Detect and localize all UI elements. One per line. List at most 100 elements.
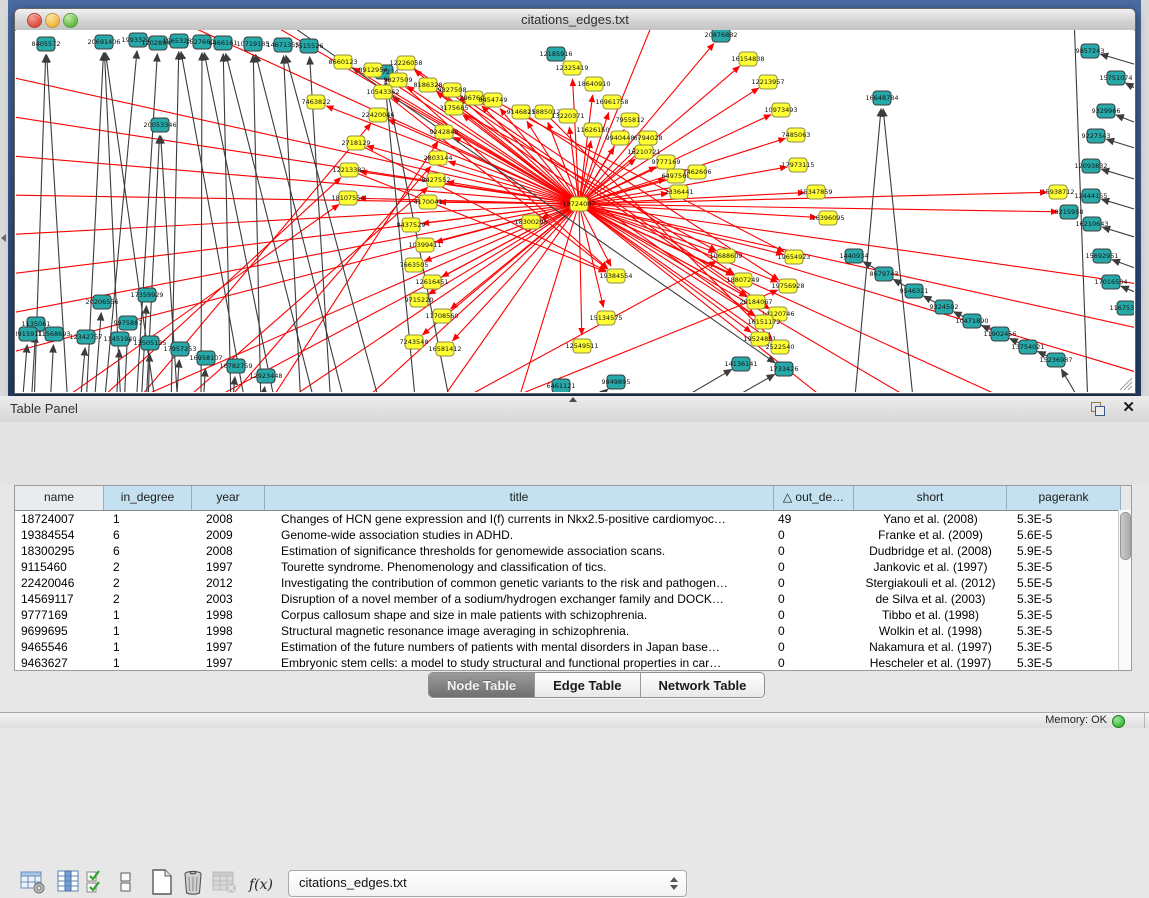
graph-node[interactable]: 10399411 <box>408 238 441 252</box>
graph-node[interactable]: 19384554 <box>599 269 632 283</box>
graph-node[interactable]: 16961758 <box>595 95 628 109</box>
graph-node[interactable]: 12342757 <box>69 330 102 344</box>
graph-node[interactable]: 8215958 <box>1055 205 1084 219</box>
column-header-title[interactable]: title <box>265 486 774 510</box>
graph-node[interactable]: 12923448 <box>249 369 282 383</box>
graph-node[interactable]: 18107554 <box>331 191 364 205</box>
graph-node[interactable]: 8437529 <box>397 218 426 232</box>
table-row[interactable]: 2242004622012Investigating the contribut… <box>15 575 1131 591</box>
table-row[interactable]: 911546021997Tourette syndrome. Phenomeno… <box>15 559 1131 575</box>
table-row[interactable]: 1456911722003Disruption of a novel membe… <box>15 591 1131 607</box>
graph-node[interactable]: 15236987 <box>1039 353 1072 367</box>
select-rows-button[interactable] <box>86 869 112 895</box>
table-vertical-scrollbar[interactable] <box>1118 510 1131 670</box>
graph-node[interactable]: 11568693 <box>37 327 70 341</box>
delete-rows-button[interactable] <box>181 869 207 895</box>
graph-node[interactable]: 10719185 <box>236 37 269 51</box>
graph-node[interactable]: 12185916 <box>539 47 572 61</box>
graph-node[interactable]: 7663505 <box>400 258 429 272</box>
table-row[interactable]: 977716911998Corpus callosum shape and si… <box>15 607 1131 623</box>
graph-node[interactable]: 20691406 <box>87 35 120 49</box>
graph-node[interactable]: 16210643 <box>1075 217 1108 231</box>
table-row[interactable]: 1872400712008Changes of HCN gene express… <box>15 511 1131 527</box>
graph-node[interactable]: 1440934 <box>840 249 869 263</box>
network-window-titlebar[interactable]: citations_edges.txt <box>15 9 1135 31</box>
graph-node[interactable]: 7243548 <box>400 335 429 349</box>
collapse-panel-icon[interactable] <box>1 234 6 242</box>
column-header-pagerank[interactable]: pagerank <box>1007 486 1121 510</box>
graph-node[interactable]: 7485063 <box>782 128 811 142</box>
graph-node[interactable]: 16782759 <box>219 359 252 373</box>
graph-node[interactable]: 8679743 <box>870 267 899 281</box>
graph-node[interactable]: 16396095 <box>811 211 844 225</box>
graph-node[interactable]: 10543362 <box>366 85 399 99</box>
graph-node[interactable]: 15751074 <box>1099 71 1132 85</box>
function-builder-button[interactable]: f(x) <box>248 872 274 898</box>
graph-node[interactable]: 7463822 <box>302 95 331 109</box>
table-settings-button[interactable] <box>20 869 46 895</box>
graph-node[interactable]: 6794028 <box>634 131 663 145</box>
graph-node[interactable]: 9857243 <box>1076 44 1105 58</box>
new-table-button[interactable] <box>150 869 176 895</box>
column-header-in_degree[interactable]: in_degree <box>104 486 192 510</box>
graph-node[interactable]: 13220371 <box>551 109 584 123</box>
graph-node[interactable]: 7955812 <box>616 113 645 127</box>
column-header-out_de[interactable]: △ out_de… <box>774 486 854 510</box>
graph-node[interactable]: 15692951 <box>1085 249 1118 263</box>
graph-node[interactable]: 9849895 <box>602 375 631 389</box>
scrollbar-thumb[interactable] <box>1120 512 1131 560</box>
graph-node[interactable]: 17973115 <box>781 158 814 172</box>
network-canvas[interactable]: 1872400784055722069140619933211120289451… <box>16 30 1134 392</box>
graph-node[interactable]: 7515526 <box>295 39 324 53</box>
graph-node[interactable]: 16581412 <box>428 342 461 356</box>
graph-node[interactable]: 1733426 <box>770 362 799 376</box>
table-row[interactable]: 1830029562008Estimation of significance … <box>15 543 1131 559</box>
network-window[interactable]: citations_edges.txt 18724007840557220691… <box>14 8 1136 394</box>
float-panel-icon[interactable] <box>1091 402 1105 416</box>
graph-node[interactable]: 12325419 <box>555 61 588 75</box>
tab-network-table[interactable]: Network Table <box>641 673 765 697</box>
graph-node[interactable]: 19654923 <box>777 250 810 264</box>
table-row[interactable]: 969969511998Structural magnetic resonanc… <box>15 623 1131 639</box>
graph-node[interactable]: 16210721 <box>627 145 660 159</box>
show-columns-button[interactable] <box>57 869 83 895</box>
delete-table-button[interactable] <box>212 869 238 895</box>
graph-node[interactable]: 11708560 <box>425 309 458 323</box>
graph-node[interactable]: 16648784 <box>865 91 898 105</box>
graph-node[interactable]: 9975887 <box>114 316 143 330</box>
table-select-combo[interactable]: citations_edges.txt <box>288 870 687 897</box>
graph-node[interactable]: 20053346 <box>143 118 176 132</box>
graph-node[interactable]: 6461121 <box>547 379 576 392</box>
graph-node[interactable]: 16154838 <box>731 52 764 66</box>
close-panel-icon[interactable]: ✕ <box>1122 399 1135 417</box>
graph-node[interactable]: 11451940 <box>103 332 136 346</box>
graph-node[interactable]: 12616451 <box>415 275 448 289</box>
graph-node[interactable]: 4170041 <box>414 195 443 209</box>
graph-node[interactable]: 9329966 <box>1092 104 1121 118</box>
split-divider-handle-icon[interactable] <box>569 397 577 402</box>
graph-node[interactable]: 18640910 <box>577 77 610 91</box>
graph-node[interactable]: 8660123 <box>329 55 358 69</box>
table-row[interactable]: 946362711997Embryonic stem cells: a mode… <box>15 655 1131 671</box>
graph-node[interactable]: 14136141 <box>724 357 757 371</box>
graph-node[interactable]: 2522540 <box>766 340 795 354</box>
graph-node[interactable]: 15134575 <box>589 311 622 325</box>
graph-node[interactable]: 20876882 <box>704 30 737 42</box>
graph-node[interactable]: 15347859 <box>799 185 832 199</box>
tab-node-table[interactable]: Node Table <box>429 673 535 697</box>
graph-node[interactable]: 17359929 <box>130 288 163 302</box>
graph-node[interactable]: 11675345 <box>1109 301 1134 315</box>
graph-node[interactable]: 13505135 <box>133 336 166 350</box>
table-row[interactable]: 1938455462009Genome-wide association stu… <box>15 527 1131 543</box>
graph-node[interactable]: 12213957 <box>751 75 784 89</box>
graph-node[interactable]: 8405572 <box>32 37 61 51</box>
table-row[interactable]: 946554611997Estimation of the future num… <box>15 639 1131 655</box>
column-header-short[interactable]: short <box>854 486 1007 510</box>
graph-node[interactable]: 12444155 <box>1074 189 1107 203</box>
graph-node[interactable]: 9227343 <box>1082 129 1111 143</box>
graph-node[interactable]: 6466161 <box>209 36 238 50</box>
rows-button[interactable] <box>119 869 145 895</box>
graph-node[interactable]: 12549511 <box>565 339 598 353</box>
memory-ok-icon[interactable] <box>1112 715 1125 728</box>
graph-node[interactable]: 15938712 <box>1041 185 1074 199</box>
